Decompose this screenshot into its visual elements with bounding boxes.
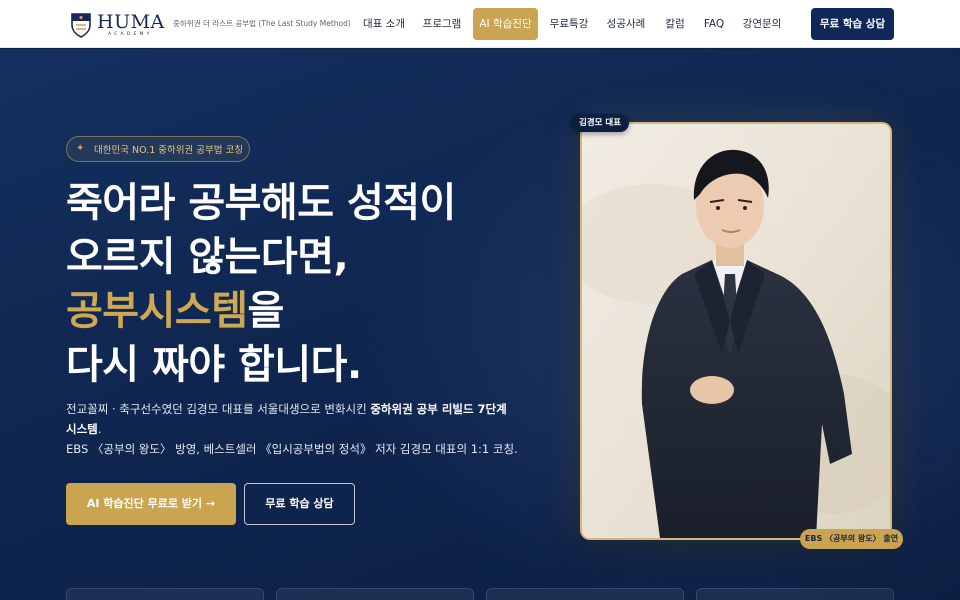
hero-description: 전교꼴찌 · 축구선수였던 김경모 대표를 서울대생으로 변화시킨 중하위권 공… — [66, 399, 566, 459]
nav-item-free-lecture[interactable]: 무료특강 — [545, 8, 593, 40]
feature-card[interactable] — [486, 588, 684, 600]
shield-crest-icon — [71, 13, 91, 38]
ebs-appearance-badge: EBS 〈공부의 왕도〉 출연 — [800, 529, 903, 549]
description-line-1-strong: 중하위권 공부 리빌드 7단계 — [370, 402, 507, 416]
nav-item-success-stories[interactable]: 성공사례 — [601, 8, 651, 40]
logo-name: HUMA — [97, 10, 165, 33]
director-photo — [580, 122, 892, 540]
ai-diagnosis-button[interactable]: AI 학습진단 무료로 받기 → — [66, 483, 236, 525]
description-line-3: EBS 〈공부의 왕도〉 방영, 베스트셀러 《입시공부법의 정석》 저자 김경… — [66, 442, 518, 456]
logo[interactable]: HUMA ACADEMY — [70, 11, 165, 39]
logo-subtitle: ACADEMY — [108, 31, 153, 37]
headline-line-3-rest: 을 — [247, 288, 285, 334]
free-consult-button[interactable]: 무료 학습 상담 — [244, 483, 355, 525]
eyebrow-text: 대한민국 NO.1 중하위권 공부법 코칭 — [94, 145, 243, 156]
director-portrait-image — [582, 124, 890, 538]
feature-card[interactable] — [696, 588, 894, 600]
headline-line-4: 다시 짜야 합니다. — [66, 342, 362, 388]
feature-card[interactable] — [276, 588, 474, 600]
description-line-2: 시스템. — [66, 419, 566, 439]
nav-item-intro[interactable]: 대표 소개 — [358, 8, 410, 40]
header-consult-button[interactable]: 무료 학습 상담 — [811, 8, 894, 40]
feature-card[interactable] — [66, 588, 264, 600]
description-line-2-strong: 시스템 — [66, 422, 98, 436]
description-line-1: 전교꼴찌 · 축구선수였던 김경모 대표를 서울대생으로 변화시킨 중하위권 공… — [66, 399, 566, 419]
sparkle-icon: ✦ — [76, 143, 85, 154]
hero-headline: 죽어라 공부해도 성적이 오르지 않는다면, 공부시스템을 다시 짜야 합니다. — [66, 176, 526, 392]
description-line-1-text: 전교꼴찌 · 축구선수였던 김경모 대표를 서울대생으로 변화시킨 — [66, 402, 371, 416]
director-name-tag: 김경모 대표 — [571, 114, 630, 132]
headline-line-1: 죽어라 공부해도 성적이 — [66, 180, 456, 226]
header-tagline: 중하위권 더 라스트 공부법 (The Last Study Method) — [173, 19, 351, 28]
nav-item-faq[interactable]: FAQ — [699, 8, 729, 40]
eyebrow-badge: ✦ 대한민국 NO.1 중하위권 공부법 코칭 — [66, 136, 250, 162]
description-line-2-rest: . — [97, 422, 102, 436]
nav-item-lecture-inquiry[interactable]: 강연문의 — [737, 8, 787, 40]
site-header: HUMA ACADEMY 중하위권 더 라스트 공부법 (The Last St… — [0, 0, 960, 48]
headline-line-2: 오르지 않는다면, — [66, 234, 349, 280]
nav-item-program[interactable]: 프로그램 — [418, 8, 466, 40]
nav-item-ai-diagnosis[interactable]: AI 학습진단 — [473, 8, 538, 40]
headline-highlight: 공부시스템 — [66, 288, 248, 334]
nav-item-column[interactable]: 칼럼 — [658, 8, 692, 40]
headline-line-3: 공부시스템을 — [66, 284, 526, 338]
